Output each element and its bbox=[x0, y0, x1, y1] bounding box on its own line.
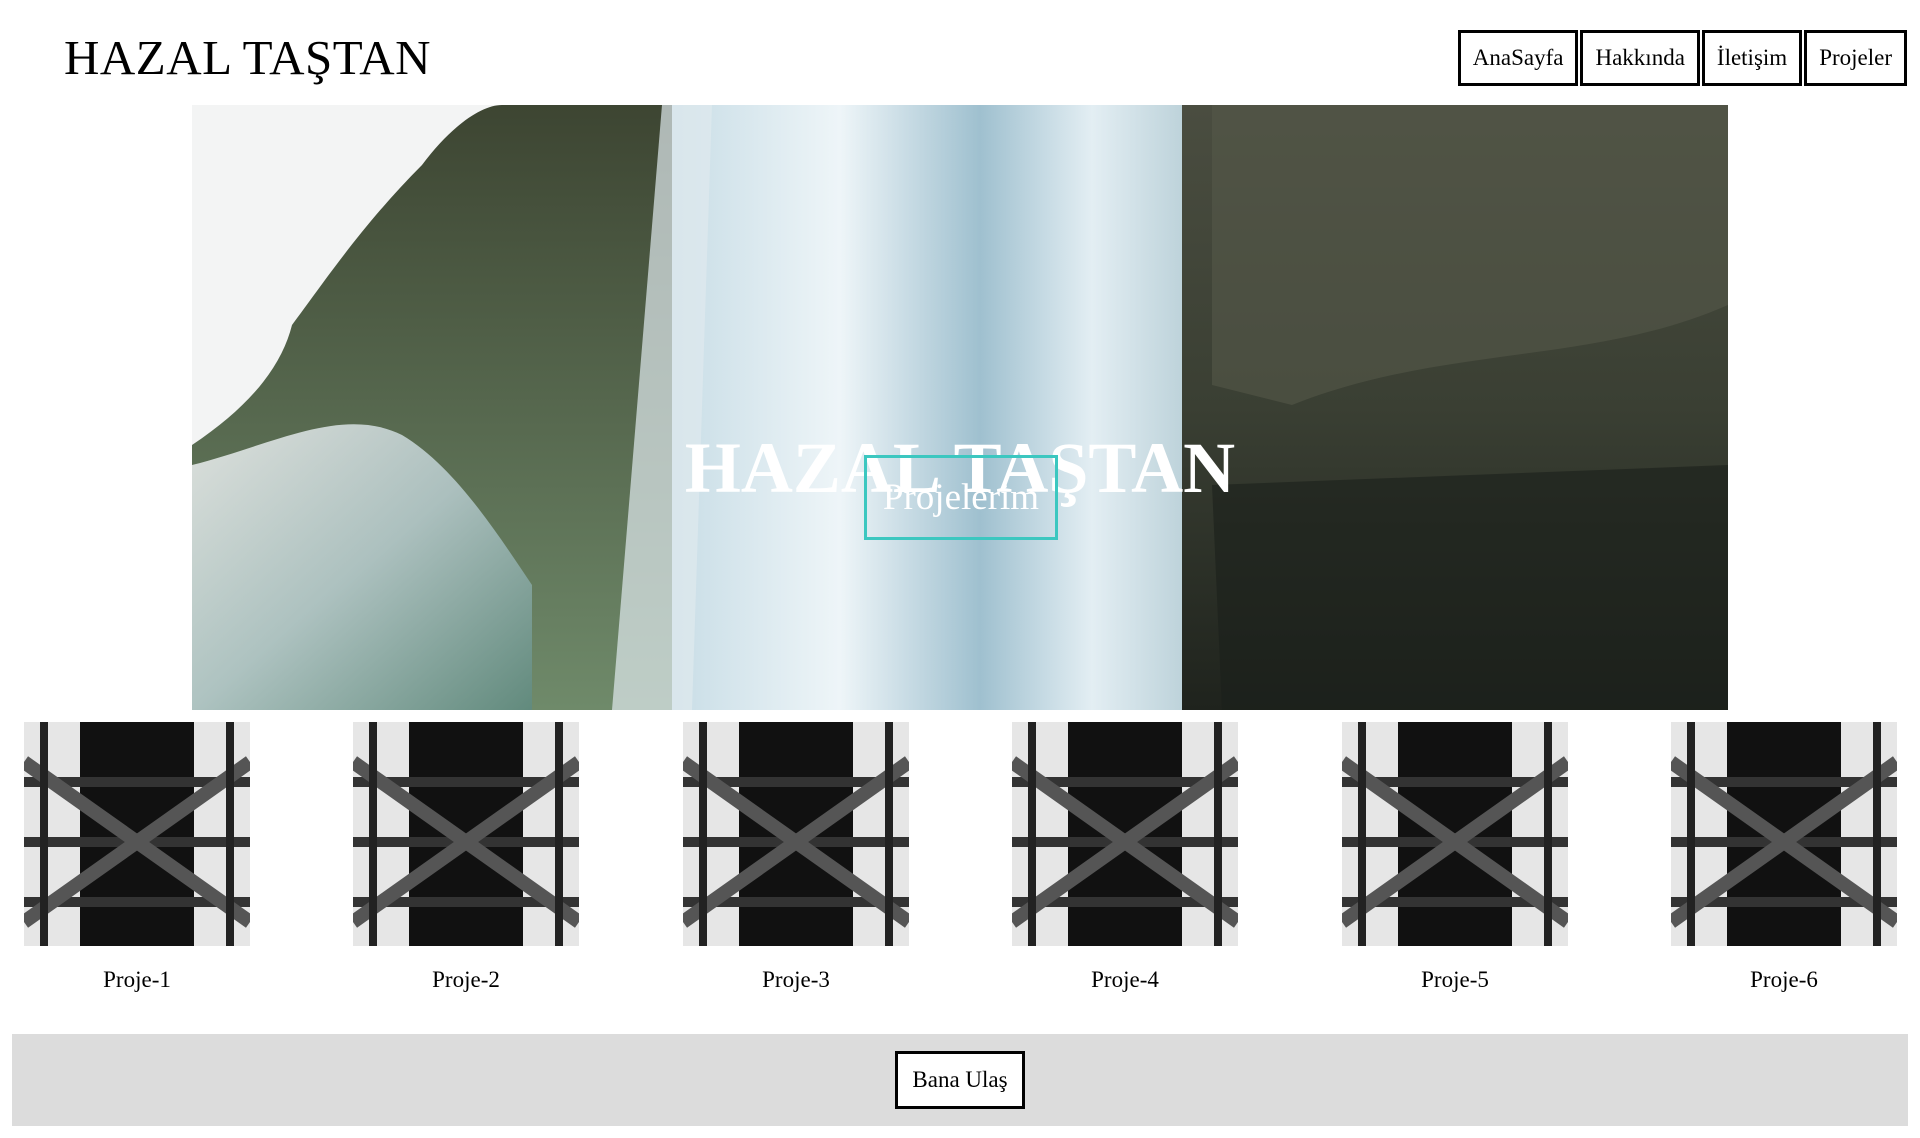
project-thumbnail-image bbox=[1671, 722, 1897, 946]
project-label: Proje-3 bbox=[762, 967, 830, 992]
nav-anasayfa[interactable]: AnaSayfa bbox=[1457, 30, 1579, 86]
project-label: Proje-2 bbox=[432, 967, 500, 992]
site-brand[interactable]: HAZAL TAŞTAN bbox=[64, 28, 431, 88]
nav-hakkinda[interactable]: Hakkında bbox=[1580, 30, 1700, 86]
waterfall-image bbox=[192, 105, 1728, 710]
project-label: Proje-6 bbox=[1750, 967, 1818, 992]
project-thumbnail-image bbox=[1012, 722, 1238, 946]
project-card[interactable]: Proje-1 bbox=[24, 722, 250, 994]
nav-projeler[interactable]: Projeler bbox=[1804, 30, 1907, 86]
project-thumbnail-image bbox=[353, 722, 579, 946]
hero-banner: HAZAL TAŞTAN Projelerim bbox=[192, 105, 1728, 710]
project-label: Proje-4 bbox=[1091, 967, 1159, 992]
project-card[interactable]: Proje-6 bbox=[1671, 722, 1897, 994]
main-nav: AnaSayfa Hakkında İletişim Projeler bbox=[1456, 30, 1907, 86]
project-card[interactable]: Proje-3 bbox=[683, 722, 909, 994]
project-card[interactable]: Proje-4 bbox=[1012, 722, 1238, 994]
nav-iletisim[interactable]: İletişim bbox=[1701, 30, 1803, 86]
project-label: Proje-1 bbox=[103, 967, 171, 992]
projects-grid: Proje-1 Proje-2 Proje-3 Proje-4 Proje-5 … bbox=[0, 722, 1920, 1012]
project-thumbnail-image bbox=[24, 722, 250, 946]
site-header: HAZAL TAŞTAN AnaSayfa Hakkında İletişim … bbox=[0, 0, 1920, 105]
project-thumbnail-image bbox=[683, 722, 909, 946]
site-footer: Bana Ulaş bbox=[12, 1034, 1908, 1126]
projelerim-button[interactable]: Projelerim bbox=[864, 455, 1058, 540]
project-thumbnail-image bbox=[1342, 722, 1568, 946]
project-card[interactable]: Proje-5 bbox=[1342, 722, 1568, 994]
project-card[interactable]: Proje-2 bbox=[353, 722, 579, 994]
bana-ulas-button[interactable]: Bana Ulaş bbox=[895, 1051, 1025, 1109]
project-label: Proje-5 bbox=[1421, 967, 1489, 992]
